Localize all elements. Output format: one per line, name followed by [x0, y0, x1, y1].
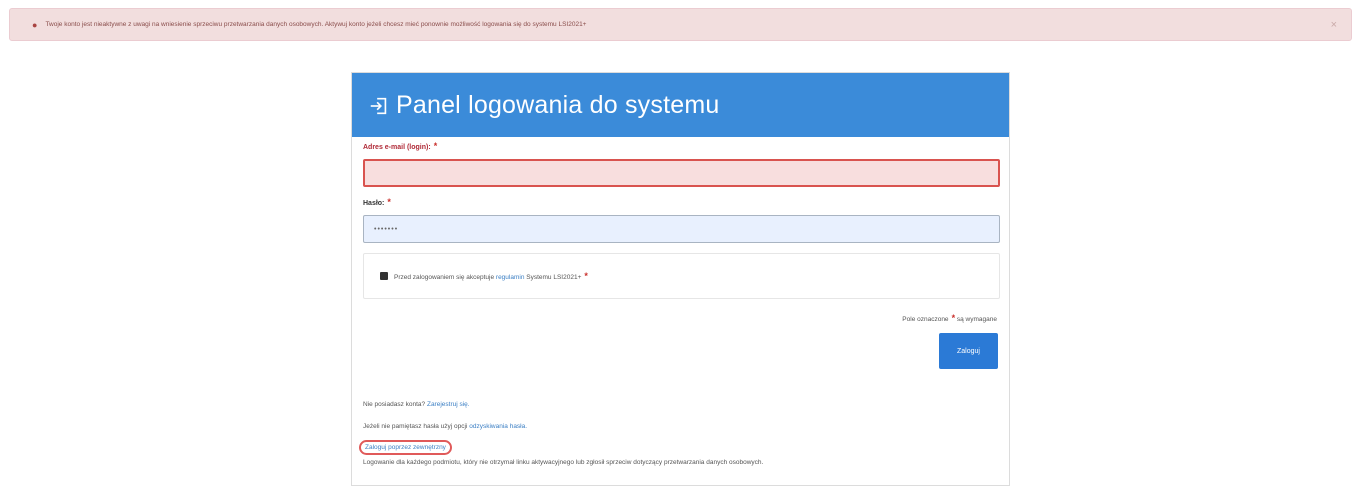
- page-title: Panel logowania do systemu: [396, 90, 720, 119]
- bullet-icon: ●: [32, 19, 38, 30]
- inactive-account-alert: ● Twoje konto jest nieaktywne z uwagi na…: [9, 8, 1352, 41]
- login-button[interactable]: Zaloguj: [939, 333, 998, 369]
- close-alert-icon[interactable]: ×: [1331, 19, 1337, 31]
- email-field[interactable]: [363, 159, 1000, 187]
- consent-text: Przed zalogowaniem się akceptuje regulam…: [394, 271, 588, 281]
- password-field[interactable]: •••••••: [363, 215, 1000, 243]
- alert-message: Twoje konto jest nieaktywne z uwagi na w…: [45, 21, 587, 28]
- panel-header: Panel logowania do systemu: [352, 73, 1009, 137]
- external-login-description: Logowanie dla każdego podmiotu, który ni…: [363, 459, 764, 466]
- register-link[interactable]: Zarejestruj się.: [427, 401, 470, 408]
- email-label: Adres e-mail (login): *: [363, 141, 438, 151]
- recover-password-link[interactable]: odzyskiwania hasła.: [469, 423, 527, 430]
- forgot-password-line: Jeżeli nie pamiętasz hasła użyj opcji od…: [363, 423, 528, 430]
- required-asterisk: *: [433, 141, 438, 151]
- external-login-link[interactable]: Zaloguj poprzez zewnętrzny: [359, 440, 452, 455]
- required-asterisk: *: [951, 313, 956, 323]
- required-asterisk: *: [387, 197, 391, 207]
- password-label: Hasło: *: [363, 197, 391, 207]
- login-panel: Panel logowania do systemu Adres e-mail …: [351, 72, 1010, 486]
- consent-checkbox[interactable]: [380, 272, 388, 280]
- regulations-link[interactable]: regulamin: [496, 274, 525, 281]
- consent-box: Przed zalogowaniem się akceptuje regulam…: [363, 253, 1000, 299]
- required-asterisk: *: [584, 271, 588, 281]
- login-icon: [370, 97, 387, 115]
- register-line: Nie posiadasz konta? Zarejestruj się.: [363, 401, 470, 408]
- required-note: Pole oznaczone * są wymagane: [902, 313, 997, 323]
